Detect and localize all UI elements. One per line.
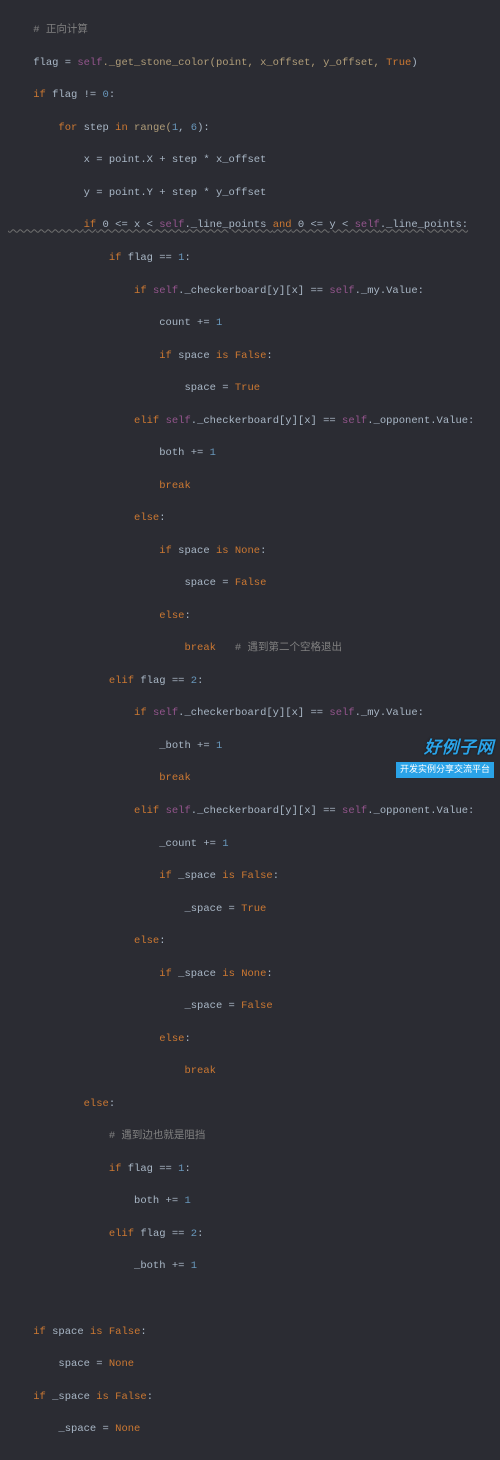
code-line: elif flag == 2:	[8, 1226, 500, 1242]
code-line: # 遇到边也就是阻挡	[8, 1128, 500, 1144]
code-line: if 0 <= x < self._line_points and 0 <= y…	[8, 217, 500, 233]
code-line: _space = True	[8, 901, 500, 917]
code-line: x = point.X + step * x_offset	[8, 152, 500, 168]
code-line: _count += 1	[8, 836, 500, 852]
code-line: break	[8, 478, 500, 494]
code-line: if flag == 1:	[8, 250, 500, 266]
code-line: space = True	[8, 380, 500, 396]
code-line: space = False	[8, 575, 500, 591]
code-line: if _space is False:	[8, 868, 500, 884]
code-line: both += 1	[8, 445, 500, 461]
code-line: if _space is False:	[8, 1389, 500, 1405]
code-line: else:	[8, 510, 500, 526]
code-line	[8, 1291, 500, 1307]
code-line: both += 1	[8, 1193, 500, 1209]
code-line: else:	[8, 1031, 500, 1047]
code-line: space = None	[8, 1356, 500, 1372]
code-line: # 正向计算	[8, 22, 500, 38]
code-line: if space is False:	[8, 348, 500, 364]
code-line: y = point.Y + step * y_offset	[8, 185, 500, 201]
code-line: for step in range(1, 6):	[8, 120, 500, 136]
code-line: _both += 1	[8, 738, 500, 754]
code-line: if _space is None:	[8, 966, 500, 982]
code-line: else:	[8, 933, 500, 949]
code-line: break	[8, 1063, 500, 1079]
code-line: if flag == 1:	[8, 1161, 500, 1177]
code-editor[interactable]: # 正向计算 flag = self._get_stone_color(poin…	[0, 0, 500, 1460]
code-line: break	[8, 770, 500, 786]
code-line: elif self._checkerboard[y][x] == self._o…	[8, 413, 500, 429]
code-line: if self._checkerboard[y][x] == self._my.…	[8, 283, 500, 299]
code-line: else:	[8, 1096, 500, 1112]
code-line: _space = None	[8, 1421, 500, 1437]
code-line: break # 遇到第二个空格退出	[8, 640, 500, 656]
code-line: elif flag == 2:	[8, 673, 500, 689]
code-line: else:	[8, 608, 500, 624]
code-line: if space is False:	[8, 1324, 500, 1340]
code-line: count += 1	[8, 315, 500, 331]
code-line: if space is None:	[8, 543, 500, 559]
code-line: elif self._checkerboard[y][x] == self._o…	[8, 803, 500, 819]
code-line: if flag != 0:	[8, 87, 500, 103]
comment: # 正向计算	[33, 24, 88, 36]
code-line: if self._checkerboard[y][x] == self._my.…	[8, 705, 500, 721]
code-line: _both += 1	[8, 1258, 500, 1274]
code-line: _space = False	[8, 998, 500, 1014]
code-line: flag = self._get_stone_color(point, x_of…	[8, 55, 500, 71]
